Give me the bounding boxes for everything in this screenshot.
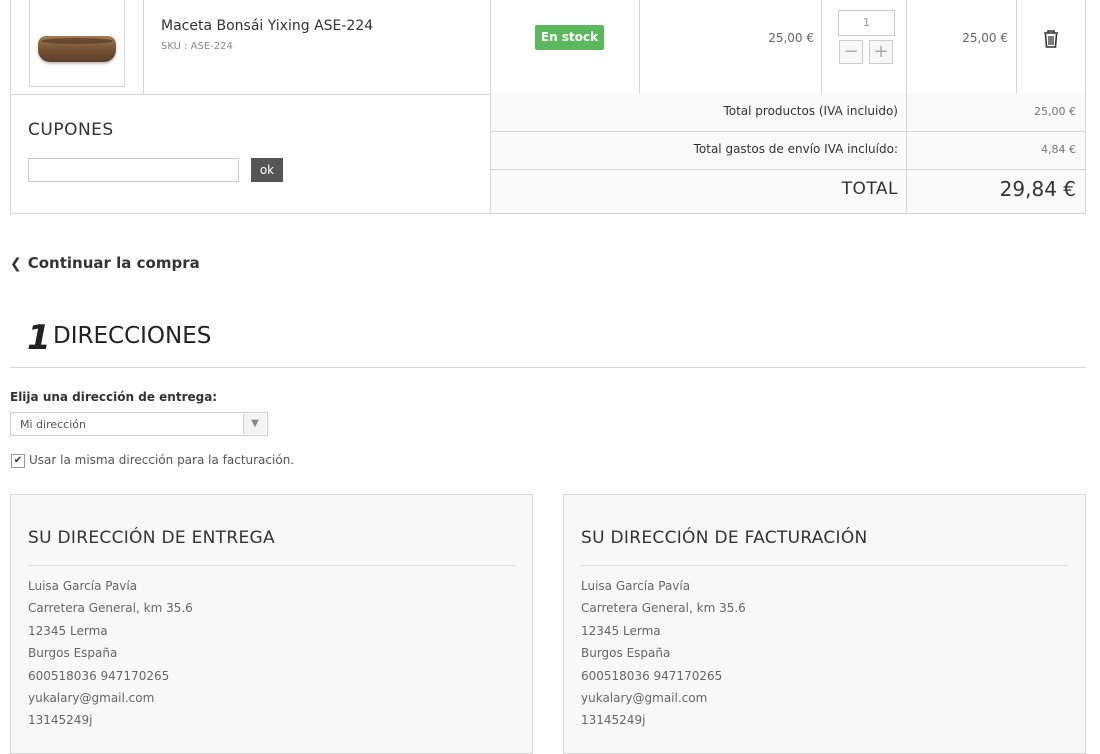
coupon-input[interactable] [28, 158, 239, 182]
table-border-left [10, 0, 11, 213]
totals-col-divider [906, 94, 907, 213]
billing-address-divider [581, 565, 1068, 566]
address-line: 12345 Lerma [28, 623, 108, 638]
totals-row-divider [491, 169, 1085, 170]
delivery-address-lines: Luisa García Pavía Carretera General, km… [28, 579, 193, 736]
coupons-title: CUPONES [28, 120, 114, 140]
products-total-label: Total productos (IVA incluido) [723, 104, 898, 118]
address-line: 600518036 947170265 [581, 668, 723, 683]
col-divider [1016, 0, 1017, 94]
quantity-increase-button[interactable]: + [869, 40, 893, 64]
quantity-input[interactable]: 1 [838, 10, 895, 36]
delivery-address-divider [28, 565, 515, 566]
col-divider [143, 0, 144, 94]
address-line: Burgos España [28, 646, 118, 661]
address-line: 13145249j [581, 713, 646, 728]
unit-price: 25,00 € [768, 31, 814, 45]
continue-shopping-label: Continuar la compra [27, 254, 200, 272]
address-line: 12345 Lerma [581, 623, 661, 638]
delivery-address-title: SU DIRECCIÓN DE ENTREGA [28, 528, 275, 548]
products-total-value: 25,00 € [1034, 105, 1076, 118]
delivery-address-box: SU DIRECCIÓN DE ENTREGA Luisa García Pav… [10, 494, 533, 754]
chevron-left-icon: ❮ [10, 256, 22, 272]
step-divider [10, 367, 1086, 368]
table-border-right [1085, 0, 1086, 213]
billing-address-box: SU DIRECCIÓN DE FACTURACIÓN Luisa García… [563, 494, 1086, 754]
trash-icon[interactable] [1038, 26, 1064, 52]
address-line: Luisa García Pavía [581, 579, 691, 593]
coupon-ok-button[interactable]: ok [251, 158, 283, 182]
col-divider [639, 0, 640, 94]
col-divider [821, 0, 822, 94]
grand-total-value: 29,84 € [999, 177, 1076, 201]
row-total: 25,00 € [962, 31, 1008, 45]
shipping-total-value: 4,84 € [1041, 143, 1076, 156]
stock-badge: En stock [535, 25, 604, 50]
billing-address-title: SU DIRECCIÓN DE FACTURACIÓN [581, 528, 868, 548]
delivery-address-label: Elija una dirección de entrega: [10, 390, 218, 404]
address-line: yukalary@gmail.com [28, 690, 155, 705]
totals-row-divider [491, 131, 1085, 132]
check-icon: ✔ [13, 455, 23, 466]
step-number: 1 [27, 318, 51, 358]
same-billing-checkbox[interactable]: ✔ [11, 454, 25, 468]
address-line: Burgos España [581, 646, 671, 661]
address-line: Luisa García Pavía [28, 579, 138, 593]
caret-down-icon: ▼ [243, 414, 266, 434]
quantity-decrease-button[interactable]: − [839, 40, 863, 64]
product-sku: SKU : ASE-224 [161, 41, 233, 52]
billing-address-lines: Luisa García Pavía Carretera General, km… [581, 579, 746, 736]
address-line: 13145249j [28, 713, 93, 728]
same-billing-label: Usar la misma dirección para la facturac… [29, 453, 295, 467]
product-image[interactable] [29, 0, 125, 87]
continue-shopping-link[interactable]: ❮ Continuar la compra [10, 254, 200, 272]
bonsai-pot-image [38, 36, 116, 62]
product-name[interactable]: Maceta Bonsái Yixing ASE-224 [161, 18, 373, 34]
delivery-address-selected: Mi dirección [20, 418, 86, 431]
address-line: yukalary@gmail.com [581, 690, 708, 705]
address-line: 600518036 947170265 [28, 668, 170, 683]
shipping-total-label: Total gastos de envío IVA incluído: [693, 142, 898, 156]
grand-total-label: TOTAL [841, 179, 898, 199]
step-title: DIRECCIONES [53, 323, 212, 349]
delivery-address-select[interactable]: Mi dirección ▼ [10, 412, 268, 436]
address-line: Carretera General, km 35.6 [28, 601, 193, 616]
table-border-bottom [10, 213, 1086, 214]
address-line: Carretera General, km 35.6 [581, 601, 746, 616]
